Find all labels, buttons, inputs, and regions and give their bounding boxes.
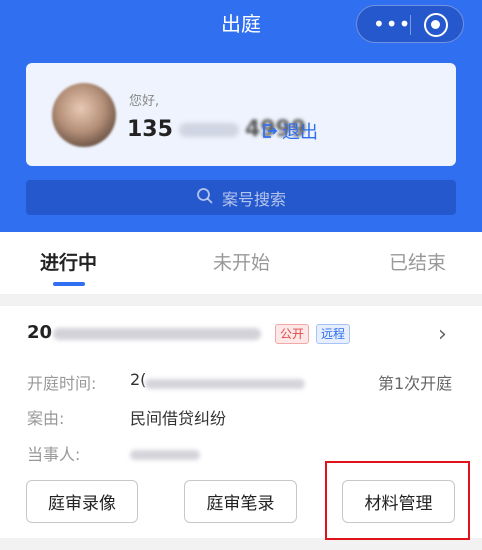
tab-not-started[interactable]: 未开始 [213, 248, 270, 275]
session-count: 第1次开庭 [378, 374, 453, 393]
party-label: 当事人: [27, 445, 81, 464]
tab-finished[interactable]: 已结束 [389, 248, 446, 275]
logout-label: 退出 [282, 122, 318, 143]
masked-digits [178, 123, 239, 137]
logout-icon [262, 123, 278, 139]
more-dots-icon[interactable]: ••• [373, 9, 411, 39]
trial-video-button[interactable]: 庭审录像 [26, 480, 138, 523]
user-card: 您好, 135 4999 退出 [26, 63, 456, 166]
header-bar: 出庭 ••• 您好, 135 4999 退出 案号搜索 [0, 0, 482, 232]
search-icon [196, 187, 214, 209]
trial-notes-button[interactable]: 庭审笔录 [184, 480, 297, 523]
remote-badge: 远程 [316, 324, 351, 344]
case-number: 20 [27, 322, 53, 343]
hearing-time-masked [145, 379, 305, 389]
public-badge: 公开 [275, 324, 310, 344]
status-tabs: 进行中 未开始 已结束 [0, 232, 482, 294]
phone-prefix: 135 [127, 117, 173, 142]
capsule-divider [410, 15, 411, 35]
case-search-bar[interactable]: 案号搜索 [26, 180, 456, 215]
case-card[interactable]: 20 公开 远程 › 开庭时间: 2( 第1次开庭 案由: 民间借贷纠纷 当事人… [0, 306, 482, 540]
greeting-text: 您好, [129, 94, 160, 109]
avatar [52, 83, 116, 147]
case-number-masked [53, 328, 261, 340]
mini-program-capsule: ••• [356, 5, 464, 43]
cause-value: 民间借贷纠纷 [130, 409, 227, 428]
active-tab-indicator [53, 282, 85, 286]
chevron-right-icon[interactable]: › [438, 322, 447, 347]
cause-label: 案由: [27, 409, 65, 428]
logout-button[interactable]: 退出 [262, 118, 318, 144]
highlight-box [325, 461, 470, 540]
search-placeholder: 案号搜索 [221, 189, 286, 209]
tab-in-progress[interactable]: 进行中 [40, 248, 97, 275]
hearing-time-value: 2( [130, 370, 147, 389]
hearing-time-label: 开庭时间: [27, 374, 97, 393]
target-icon[interactable] [424, 13, 448, 37]
party-masked [130, 450, 200, 460]
